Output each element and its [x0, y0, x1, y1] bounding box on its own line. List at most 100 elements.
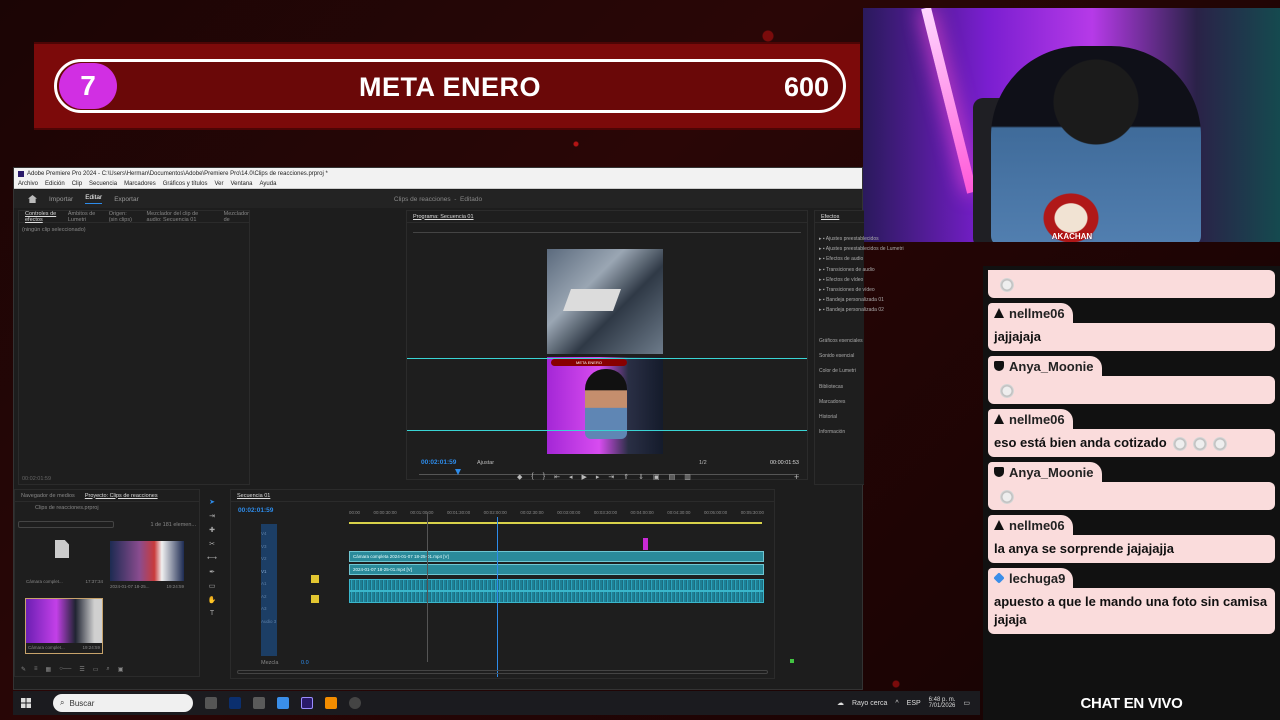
tab-sequence[interactable]: Secuencia 01 — [237, 493, 270, 499]
chat-username[interactable]: nellme06 — [988, 409, 1073, 429]
notifications-icon[interactable]: ▭ — [963, 699, 970, 707]
step-back-icon[interactable]: ◂ — [569, 473, 573, 481]
marker-icon[interactable]: ◆ — [517, 473, 522, 481]
panel-markers[interactable]: Marcadores — [819, 395, 989, 410]
compare-icon[interactable]: ▤ — [669, 473, 676, 481]
tab-mixer[interactable]: Mezclador de — [224, 211, 249, 223]
new-bin-icon[interactable]: ▭ — [93, 666, 99, 673]
menu-ver[interactable]: Ver — [214, 181, 223, 187]
vlc-icon[interactable] — [325, 697, 337, 709]
panel-essential-graphics[interactable]: Gráficos esenciales — [819, 334, 989, 349]
menu-marcadores[interactable]: Marcadores — [124, 181, 156, 187]
tab-media-browser[interactable]: Navegador de medios — [21, 493, 75, 499]
menu-archivo[interactable]: Archivo — [18, 181, 38, 187]
clip-a1[interactable] — [349, 579, 764, 591]
solo-button-a3[interactable] — [311, 595, 319, 603]
menu-clip[interactable]: Clip — [72, 181, 82, 187]
rectangle-icon[interactable]: ▭ — [209, 582, 216, 590]
add-button-icon[interactable]: + — [794, 472, 799, 482]
effects-folder[interactable]: ▸ ▪ Ajustes preestablecidos — [819, 234, 989, 244]
lift-icon[interactable]: ⇑ — [623, 473, 629, 481]
tab-lumetri-scopes[interactable]: Ámbitos de Lumetri — [68, 211, 99, 223]
effects-folder[interactable]: ▸ ▪ Bandeja personalizada 02 — [819, 305, 989, 315]
taskbar-search[interactable]: ⌕ Buscar — [53, 694, 193, 712]
effects-folder[interactable]: ▸ ▪ Bandeja personalizada 01 — [819, 295, 989, 305]
pencil-icon[interactable]: ✎ — [21, 666, 26, 673]
camera-icon[interactable]: ▣ — [653, 473, 660, 481]
clock[interactable]: 6:48 p. m. 7/01/2026 — [929, 697, 956, 709]
mark-in-icon[interactable]: { — [531, 473, 533, 481]
clip-v1[interactable]: 2024-01-07 18-25-01.mp4 [V] — [349, 564, 764, 575]
track-select-icon[interactable]: ⇥ — [209, 512, 215, 520]
razor-icon[interactable]: ✂ — [209, 540, 215, 548]
app-icon[interactable] — [253, 697, 265, 709]
work-area-bar[interactable] — [349, 522, 762, 524]
slip-icon[interactable]: ⟷ — [207, 554, 217, 562]
mix-value[interactable]: 0.0 — [301, 660, 309, 666]
search-icon[interactable]: ⌕ — [106, 666, 109, 673]
go-to-in-icon[interactable]: ⇤ — [554, 473, 560, 481]
bin-item[interactable]: Cámara complet... 17:37:34 — [23, 540, 103, 592]
effects-folder[interactable]: ▸ ▪ Efectos de audio — [819, 254, 989, 264]
tab-effects[interactable]: Efectos — [821, 214, 839, 220]
menu-ayuda[interactable]: Ayuda — [260, 181, 277, 187]
timeline-playhead[interactable] — [497, 517, 498, 677]
tab-project[interactable]: Proyecto: Clips de reacciones — [85, 493, 158, 499]
panel-libraries[interactable]: Bibliotecas — [819, 380, 989, 395]
tray-arrow-icon[interactable]: ^ — [895, 700, 898, 707]
clip-v2[interactable]: Cámara completa 2024-01-07 18-25-01.mp4 … — [349, 551, 764, 562]
list-view-icon[interactable]: ≡ — [34, 666, 38, 673]
sort-icon[interactable]: ☰ — [79, 666, 84, 673]
timeline-ruler[interactable]: 00:00 00:00:30:00 00:01:00:00 00:01:30:0… — [349, 510, 764, 520]
clip-a2[interactable] — [349, 591, 764, 603]
edge-icon[interactable] — [277, 697, 289, 709]
bin-item[interactable]: 2024-01-07 18-25... 19:24:59 — [110, 541, 184, 591]
chat-username[interactable]: nellme06 — [988, 515, 1073, 535]
hand-icon[interactable]: ✋ — [208, 596, 217, 604]
zoom-slider[interactable]: ○── — [59, 666, 71, 673]
menu-ventana[interactable]: Ventana — [230, 181, 252, 187]
mark-out-icon[interactable]: } — [543, 473, 545, 481]
windows-start-icon[interactable] — [21, 698, 31, 708]
go-to-out-icon[interactable]: ⇥ — [608, 473, 614, 481]
tab-audio-clip-mixer[interactable]: Mezclador del clip de audio: Secuencia 0… — [147, 211, 214, 223]
obs-icon[interactable] — [349, 697, 361, 709]
clip-marker[interactable] — [643, 538, 648, 550]
tab-program[interactable]: Programa: Secuencia 01 — [413, 214, 474, 220]
vr-icon[interactable]: ▥ — [684, 473, 691, 481]
resolution-dropdown[interactable]: 1/2 — [699, 460, 707, 466]
panel-history[interactable]: Historial — [819, 410, 989, 425]
menu-edicion[interactable]: Edición — [45, 181, 65, 187]
step-forward-icon[interactable]: ▸ — [596, 473, 600, 481]
panel-info[interactable]: Información — [819, 425, 989, 440]
effects-folder[interactable]: ▸ ▪ Ajustes preestablecidos de Lumetri — [819, 244, 989, 254]
tab-effect-controls[interactable]: Controles de efectos — [25, 211, 58, 223]
chat-username[interactable]: lechuga9 — [988, 568, 1074, 588]
photoshop-icon[interactable] — [229, 697, 241, 709]
panel-essential-sound[interactable]: Sonido esencial — [819, 349, 989, 364]
play-icon[interactable]: ▶ — [581, 473, 586, 481]
icon-view-icon[interactable]: ▦ — [46, 666, 52, 673]
ripple-edit-icon[interactable]: ✚ — [209, 526, 215, 534]
fit-dropdown[interactable]: Ajustar — [477, 460, 494, 466]
task-view-icon[interactable] — [205, 697, 217, 709]
language[interactable]: ESP — [907, 700, 921, 707]
timeline-scrollbar[interactable] — [237, 670, 768, 674]
effects-folder[interactable]: ▸ ▪ Transiciones de audio — [819, 265, 989, 275]
chat-username[interactable]: Anya_Moonie — [988, 356, 1102, 376]
project-search-input[interactable] — [18, 521, 114, 528]
tab-source[interactable]: Origen: (sin clips) — [109, 211, 137, 223]
type-tool-icon[interactable]: T — [210, 610, 214, 617]
menu-secuencia[interactable]: Secuencia — [89, 181, 117, 187]
solo-button-a1[interactable] — [311, 575, 319, 583]
menu-graficos[interactable]: Gráficos y títulos — [163, 181, 208, 187]
premiere-taskbar-icon[interactable] — [301, 697, 313, 709]
chat-username[interactable]: Anya_Moonie — [988, 462, 1102, 482]
weather-text[interactable]: Rayo cerca — [852, 700, 887, 707]
selection-tool-icon[interactable]: ➤ — [209, 498, 215, 506]
effects-folder[interactable]: ▸ ▪ Transiciones de vídeo — [819, 285, 989, 295]
bin-item-selected[interactable]: Cámara complet... 19:24:59 — [25, 598, 103, 654]
pen-icon[interactable]: ✒ — [209, 568, 215, 576]
new-item-icon[interactable]: ▣ — [118, 666, 124, 673]
effects-folder[interactable]: ▸ ▪ Efectos de vídeo — [819, 275, 989, 285]
